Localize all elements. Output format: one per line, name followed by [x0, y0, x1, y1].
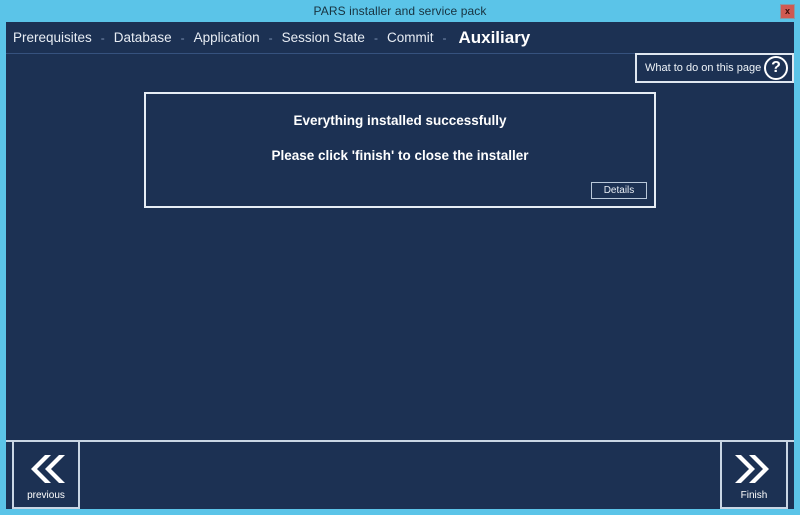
help-label: What to do on this page	[645, 62, 762, 74]
status-message-line-2: Please click 'finish' to close the insta…	[271, 148, 529, 163]
breadcrumb-item-application[interactable]: Application	[194, 30, 260, 45]
breadcrumb-separator: -	[100, 30, 105, 45]
details-button[interactable]: Details	[591, 182, 647, 199]
status-message-panel: Everything installed successfully Please…	[144, 92, 656, 208]
breadcrumb-separator: -	[180, 30, 185, 45]
breadcrumb-item-session-state[interactable]: Session State	[282, 30, 365, 45]
window-body: Prerequisites - Database - Application -…	[6, 22, 794, 509]
breadcrumb-item-prerequisites[interactable]: Prerequisites	[13, 30, 92, 45]
installer-window: PARS installer and service pack x Prereq…	[0, 0, 800, 515]
what-to-do-on-this-page-button[interactable]: What to do on this page ?	[635, 53, 794, 83]
breadcrumb-separator: -	[373, 30, 378, 45]
breadcrumb-separator: -	[268, 30, 273, 45]
breadcrumb-item-auxiliary[interactable]: Auxiliary	[458, 28, 530, 48]
previous-button-label: previous	[27, 490, 65, 501]
status-message-line-1: Everything installed successfully	[293, 113, 507, 128]
breadcrumb: Prerequisites - Database - Application -…	[6, 22, 794, 53]
close-button[interactable]: x	[780, 4, 795, 19]
breadcrumb-separator: -	[442, 30, 447, 45]
double-chevron-right-icon	[722, 453, 786, 485]
question-mark-icon[interactable]: ?	[764, 56, 788, 80]
breadcrumb-item-database[interactable]: Database	[114, 30, 172, 45]
footer-divider	[6, 440, 794, 442]
finish-button-label: Finish	[740, 490, 768, 501]
title-bar: PARS installer and service pack x	[0, 0, 800, 22]
breadcrumb-item-commit[interactable]: Commit	[387, 30, 434, 45]
previous-button[interactable]: previous	[12, 440, 80, 509]
double-chevron-left-icon	[14, 453, 78, 485]
window-title: PARS installer and service pack	[313, 4, 487, 18]
finish-button[interactable]: Finish	[720, 440, 788, 509]
